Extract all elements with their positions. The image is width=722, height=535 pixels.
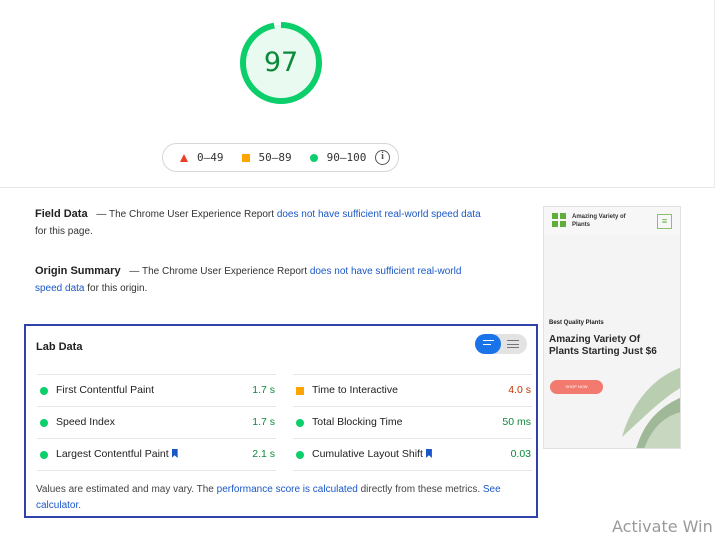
metric-label-with-bookmark: Cumulative Layout Shift — [312, 448, 432, 460]
metrics-view-toggle — [475, 334, 527, 354]
summary-view-icon[interactable] — [475, 334, 501, 354]
performance-score-gauge: 97 — [238, 20, 324, 106]
field-data-section: Field Data — The Chrome User Experience … — [35, 206, 495, 240]
hamburger-icon: ≡ — [657, 214, 672, 229]
disclaimer-text-1: Values are estimated and may vary. The — [36, 484, 217, 495]
disclaimer-text-2: directly from these metrics. — [357, 484, 483, 495]
metric-cumulative-layout-shift: Cumulative Layout Shift 0.03 — [293, 438, 532, 470]
field-data-title: Field Data — [35, 208, 88, 220]
list-view-icon[interactable] — [501, 334, 527, 354]
metric-value: 1.7 s — [252, 416, 275, 428]
metric-label: Total Blocking Time — [312, 416, 403, 428]
legend-label-pass: 90–100 — [326, 151, 367, 164]
field-data-suffix: for this page. — [35, 226, 93, 237]
pass-circle-icon — [40, 451, 48, 459]
pass-circle-icon — [40, 419, 48, 427]
metric-time-to-interactive: Time to Interactive 4.0 s — [293, 374, 532, 406]
field-data-prefix: — The Chrome User Experience Report — [96, 209, 277, 220]
average-square-icon — [296, 387, 304, 395]
metric-total-blocking-time: Total Blocking Time 50 ms — [293, 406, 532, 438]
lab-data-section: Lab Data First Contentful Paint 1.7 s Ti… — [24, 324, 538, 518]
thumbnail-site-name: Amazing Variety of Plants — [572, 214, 626, 228]
metric-label-with-bookmark: Largest Contentful Paint — [56, 448, 178, 460]
origin-summary-section: Origin Summary — The Chrome User Experie… — [35, 263, 485, 297]
pass-circle-icon — [40, 387, 48, 395]
metric-value: 1.7 s — [252, 384, 275, 396]
field-data-link[interactable]: does not have sufficient real-world spee… — [277, 209, 481, 220]
bookmark-icon — [425, 449, 432, 458]
page-screenshot-thumbnail: Amazing Variety of Plants ≡ Best Quality… — [543, 206, 681, 449]
thumbnail-shop-button: SHOP NOW — [550, 380, 603, 394]
metric-value: 4.0 s — [508, 384, 531, 396]
windows-activation-watermark: Activate Win — [612, 517, 713, 535]
score-header-panel: 97 0–49 50–89 90–100 i — [0, 0, 715, 188]
origin-summary-title: Origin Summary — [35, 265, 121, 277]
metric-largest-contentful-paint: Largest Contentful Paint 2.1 s — [37, 438, 276, 470]
origin-summary-suffix: for this origin. — [87, 283, 148, 294]
thumbnail-site-header: Amazing Variety of Plants ≡ — [544, 207, 680, 235]
metric-label: Speed Index — [56, 416, 115, 428]
origin-summary-prefix: — The Chrome User Experience Report — [129, 266, 310, 277]
metric-label: Largest Contentful Paint — [56, 448, 169, 460]
triangle-icon — [180, 153, 188, 162]
metric-first-contentful-paint: First Contentful Paint 1.7 s — [37, 374, 276, 406]
pass-circle-icon — [296, 419, 304, 427]
circle-icon — [309, 153, 318, 162]
legend-item-fail: 0–49 — [180, 151, 224, 164]
legend-item-pass: 90–100 — [309, 151, 367, 164]
square-icon — [241, 153, 250, 162]
lab-data-title: Lab Data — [36, 341, 83, 353]
metric-value: 50 ms — [502, 416, 531, 428]
metric-speed-index: Speed Index 1.7 s — [37, 406, 276, 438]
thumbnail-heading: Amazing Variety Of Plants Starting Just … — [549, 334, 657, 357]
pass-circle-icon — [296, 451, 304, 459]
lab-data-disclaimer: Values are estimated and may vary. The p… — [36, 482, 506, 514]
plant-logo-icon — [552, 213, 567, 228]
bookmark-icon — [171, 449, 178, 458]
metric-value: 0.03 — [510, 448, 531, 460]
metric-value: 2.1 s — [252, 448, 275, 460]
legend-label-fail: 0–49 — [197, 151, 224, 164]
metrics-divider — [37, 470, 276, 471]
score-scale-legend: 0–49 50–89 90–100 i — [162, 143, 399, 172]
metric-label: Cumulative Layout Shift — [312, 448, 423, 460]
metrics-divider — [293, 470, 532, 471]
thumbnail-kicker: Best Quality Plants — [549, 320, 604, 326]
plant-leaves-image — [622, 367, 680, 448]
metric-label: Time to Interactive — [312, 384, 398, 396]
score-calculation-link[interactable]: performance score is calculated — [217, 484, 358, 495]
metric-label: First Contentful Paint — [56, 384, 155, 396]
score-value: 97 — [263, 47, 299, 78]
legend-item-average: 50–89 — [241, 151, 292, 164]
legend-label-average: 50–89 — [258, 151, 292, 164]
info-icon[interactable]: i — [375, 150, 390, 165]
